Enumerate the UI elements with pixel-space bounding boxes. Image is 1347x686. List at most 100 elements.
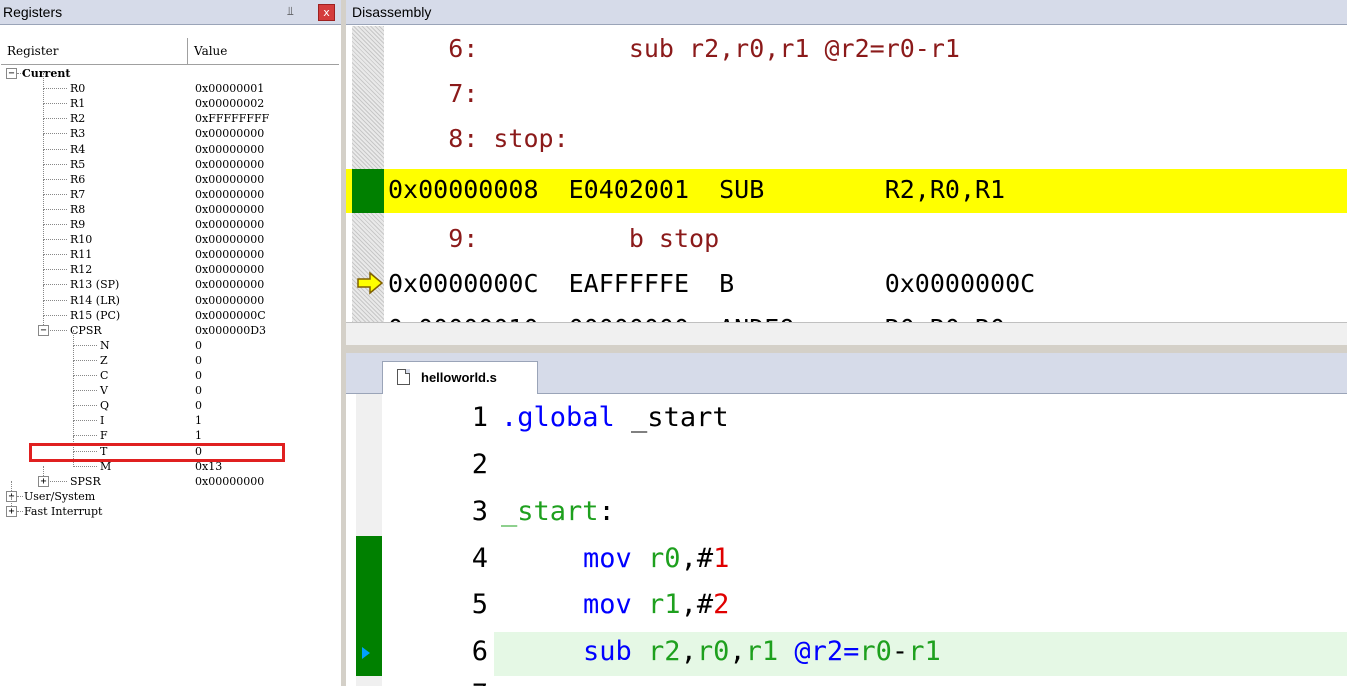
tree-node-group[interactable]: + User/System xyxy=(0,480,340,504)
register-row[interactable]: R2 0xFFFFFFFF xyxy=(0,103,340,126)
register-row[interactable]: R6 0x00000000 xyxy=(0,163,340,187)
register-row[interactable]: R11 0x00000000 xyxy=(0,239,340,262)
register-row[interactable]: R14 (LR) 0x00000000 xyxy=(0,284,340,308)
code-token: ,# xyxy=(680,543,714,574)
tab-helloworld[interactable]: helloworld.s xyxy=(382,361,538,394)
code-token: - xyxy=(891,636,909,667)
code-line[interactable]: 7 xyxy=(346,675,1347,686)
flag-row[interactable]: F1 xyxy=(0,420,340,443)
code-token: _start xyxy=(501,496,599,527)
flag-row[interactable]: I1 xyxy=(0,405,340,428)
disasm-line[interactable]: 8: stop: xyxy=(346,116,1347,161)
register-value[interactable]: 0 xyxy=(195,369,202,382)
disasm-text: 7: xyxy=(388,79,479,108)
code-line-current[interactable]: 6 sub r2,r0,r1 @r2=r0-r1 xyxy=(346,632,1347,676)
flag-row[interactable]: C0 xyxy=(0,360,340,383)
register-value[interactable]: 0x00000000 xyxy=(195,233,264,246)
flag-row[interactable]: N0 xyxy=(0,329,340,353)
registers-header: Register Value xyxy=(1,38,339,65)
register-value[interactable]: 0 xyxy=(195,339,202,352)
register-row[interactable]: R13 (SP) 0x00000000 xyxy=(0,269,340,292)
register-value[interactable]: 0x00000000 xyxy=(195,294,264,307)
register-value[interactable]: 1 xyxy=(195,429,202,442)
column-value[interactable]: Value xyxy=(188,38,227,64)
register-row[interactable]: R12 0x00000000 xyxy=(0,254,340,277)
register-value[interactable]: 0 xyxy=(195,354,202,367)
tree-guide-line xyxy=(43,208,67,210)
code-line[interactable]: 5 mov r1,#2 xyxy=(346,585,1347,629)
code-token: , xyxy=(680,636,697,667)
tree-guide-line xyxy=(43,148,67,150)
register-value[interactable]: 0x00000000 xyxy=(195,143,264,156)
collapse-icon[interactable]: − xyxy=(38,324,49,336)
register-row[interactable]: R3 0x00000000 xyxy=(0,118,340,141)
tree-node-group[interactable]: + Fast Interrupt xyxy=(0,495,340,519)
column-register[interactable]: Register xyxy=(1,38,188,64)
disassembly-title: Disassembly xyxy=(352,4,432,20)
disasm-line[interactable]: 0x0000000C EAFFFFFE B 0x0000000C xyxy=(346,261,1347,306)
code-line[interactable]: 4 mov r0,#1 xyxy=(346,539,1347,583)
disasm-line[interactable]: 9: b stop xyxy=(346,216,1347,261)
line-number: 7 xyxy=(436,679,488,686)
register-value[interactable]: 0x00000000 xyxy=(195,203,264,216)
register-value[interactable]: 0x00000002 xyxy=(195,97,264,110)
register-value[interactable]: 0x00000000 xyxy=(195,248,264,261)
flag-row[interactable]: Z0 xyxy=(0,344,340,368)
disasm-line-current[interactable]: 0x00000008 E0402001 SUB R2,R0,R1 xyxy=(346,169,1347,213)
register-row[interactable]: R5 0x00000000 xyxy=(0,148,340,172)
register-value[interactable]: 0 xyxy=(195,399,202,412)
tree-guide-line xyxy=(43,88,44,105)
tree-guide-line xyxy=(73,375,97,376)
pin-icon[interactable]: ⫫ xyxy=(287,4,294,19)
tree-guide-line xyxy=(17,495,23,497)
disassembly-body: 6: sub r2,r0,r1 @r2=r0-r1 7: 8: stop: 0x… xyxy=(346,26,1347,322)
flag-row[interactable]: Q0 xyxy=(0,390,340,413)
register-value[interactable]: 0x0000000C xyxy=(195,309,266,322)
register-value[interactable]: 0x00000000 xyxy=(195,127,264,140)
register-value[interactable]: 0x000000D3 xyxy=(195,324,266,337)
register-value[interactable]: 0x00000000 xyxy=(195,278,264,291)
close-icon[interactable]: x xyxy=(318,4,335,21)
disasm-line[interactable]: 6: sub r2,r0,r1 @r2=r0-r1 xyxy=(346,26,1347,71)
tree-guide-line xyxy=(43,299,44,316)
register-value[interactable]: 0 xyxy=(195,384,202,397)
register-row[interactable]: R1 0x00000002 xyxy=(0,88,340,111)
disasm-line[interactable]: 0x00000010 00000000 ANDEQ R0,R0,R0 xyxy=(346,306,1347,322)
highlight-box xyxy=(29,443,285,462)
horizontal-splitter[interactable] xyxy=(346,345,1347,353)
register-row[interactable]: R15 (PC) 0x0000000C xyxy=(0,299,340,323)
tree-guide-line xyxy=(43,224,44,241)
register-value[interactable]: 0x00000000 xyxy=(195,158,264,171)
register-row-spsr[interactable]: + SPSR 0x00000000 xyxy=(0,465,340,489)
register-row-cpsr[interactable]: − CPSR 0x000000D3 xyxy=(0,314,340,338)
register-row[interactable]: R9 0x00000000 xyxy=(0,209,340,232)
register-row[interactable]: R10 0x00000000 xyxy=(0,224,340,247)
expand-icon[interactable]: + xyxy=(38,475,49,487)
tree-node-current[interactable]: − Current xyxy=(0,66,340,81)
expand-icon[interactable]: + xyxy=(6,505,17,517)
tab-label: helloworld.s xyxy=(421,370,497,385)
register-value[interactable]: 1 xyxy=(195,414,202,427)
collapse-icon[interactable]: − xyxy=(6,68,17,79)
register-value[interactable]: 0x00000000 xyxy=(195,218,264,231)
code-line[interactable]: 1 .global _start xyxy=(346,398,1347,442)
code-line[interactable]: 3 _start: xyxy=(346,492,1347,536)
register-value[interactable]: 0xFFFFFFFF xyxy=(195,112,269,125)
register-name: F xyxy=(100,429,108,443)
register-value[interactable]: 0x00000000 xyxy=(195,475,264,488)
tree-guide-line xyxy=(43,269,67,271)
disasm-line[interactable]: 7: xyxy=(346,71,1347,116)
flag-row[interactable]: V0 xyxy=(0,375,340,398)
register-value[interactable]: 0x00000001 xyxy=(195,82,264,95)
register-value[interactable]: 0x00000000 xyxy=(195,173,264,186)
register-row[interactable]: R7 0x00000000 xyxy=(0,178,340,202)
disassembly-scrollbar[interactable] xyxy=(346,322,1347,345)
register-value[interactable]: 0x00000000 xyxy=(195,188,264,201)
register-row[interactable]: R8 0x00000000 xyxy=(0,193,340,217)
tree-guide-line xyxy=(43,284,44,301)
code-line[interactable]: 2 xyxy=(346,445,1347,489)
register-value[interactable]: 0x00000000 xyxy=(195,263,264,276)
register-row[interactable]: R4 0x00000000 xyxy=(0,133,340,157)
register-name: Fast Interrupt xyxy=(24,504,103,518)
register-row[interactable]: R0 0x00000001 xyxy=(0,73,340,96)
